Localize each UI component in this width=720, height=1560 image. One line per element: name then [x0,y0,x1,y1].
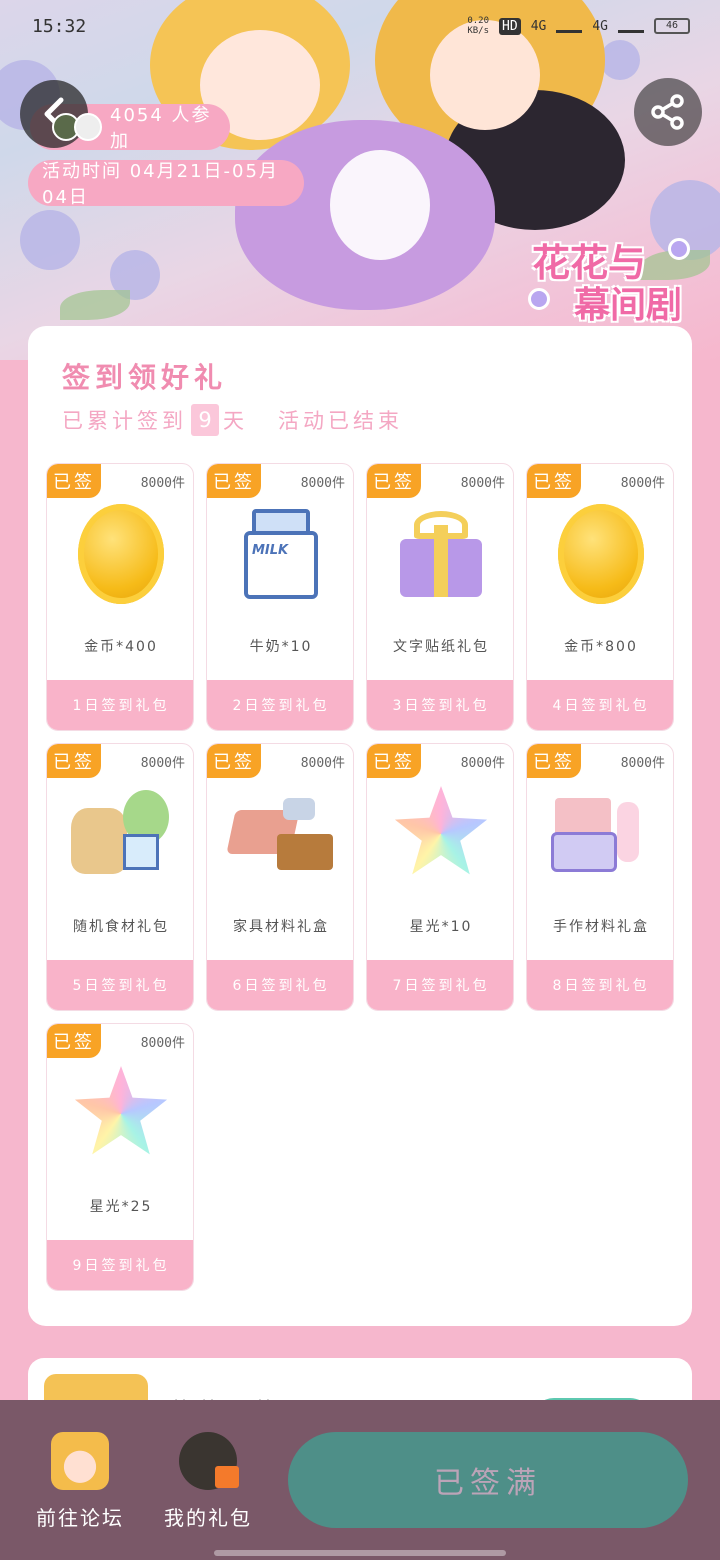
milk-icon: MILK [244,509,318,599]
gift-name: 家具材料礼盒 [233,919,329,935]
gift-day-label: 9日签到礼包 [47,1240,193,1290]
gift-item[interactable]: 已签 8000件 金币*400 1日签到礼包 [46,463,194,731]
gift-item[interactable]: 已签 8000件 星光*25 9日签到礼包 [46,1023,194,1291]
signed-badge: 已签 [527,744,581,778]
flower-icon [668,238,690,260]
battery-icon: 46 [654,18,690,34]
gift-stock: 8000件 [620,756,665,771]
flower-icon [528,288,550,310]
signal-icon [618,19,644,33]
gift-stock: 8000件 [460,756,505,771]
signed-badge: 已签 [367,744,421,778]
event-time-pill: 活动时间 04月21日-05月04日 [28,160,304,208]
gift-stock: 8000件 [140,476,185,491]
home-indicator[interactable] [214,1550,506,1556]
gift-day-label: 7日签到礼包 [367,960,513,1010]
net-speed: 0.20 KB/s [467,16,490,36]
gift-name: 金币*800 [564,639,638,655]
network-type-1: 4G [530,18,547,34]
gift-day-label: 2日签到礼包 [207,680,353,730]
character-illustration [330,150,430,260]
signed-badge: 已签 [47,1024,101,1058]
gift-name: 牛奶*10 [249,639,313,655]
signed-badge: 已签 [207,464,261,498]
network-type-2: 4G [592,18,608,34]
gift-name: 随机食材礼包 [73,919,169,935]
gift-stock: 8000件 [620,476,665,491]
share-button[interactable] [634,78,702,146]
event-logo: 花花与 幕间剧 [528,232,698,326]
avatar [74,113,102,141]
leaf-decoration [60,290,130,320]
days-count: 9 [191,404,219,436]
starlight-icon [74,1066,168,1155]
hd-indicator: HD [499,17,521,35]
signed-badge: 已签 [527,464,581,498]
gift-box-icon [396,511,486,597]
gift-name: 金币*400 [84,639,158,655]
gift-day-label: 8日签到礼包 [527,960,673,1010]
gift-stock: 8000件 [300,756,345,771]
gift-item[interactable]: 已签 8000件 文字贴纸礼包 3日签到礼包 [366,463,514,731]
participant-avatars [52,113,112,143]
gift-item[interactable]: 已签 8000件 家具材料礼盒 6日签到礼包 [206,743,354,1011]
signed-badge: 已签 [47,464,101,498]
craft-material-icon [551,792,651,876]
signed-badge: 已签 [207,744,261,778]
summary-prefix: 已累计签到 [62,409,187,433]
status-bar: 15:32 0.20 KB/s HD 4G 4G 46 [0,8,720,48]
card-title: 签到领好礼 [62,361,228,394]
checkin-card: 签到领好礼 已累计签到 9 天 活动已结束 已签 8000件 金币*400 1日… [28,326,692,1326]
starlight-icon [394,786,488,875]
gift-day-label: 4日签到礼包 [527,680,673,730]
coin-icon [558,504,644,604]
gift-day-label: 3日签到礼包 [367,680,513,730]
gift-bag-icon [179,1432,239,1490]
gift-stock: 8000件 [300,476,345,491]
gift-name: 星光*25 [89,1199,153,1215]
my-gifts-label: 我的礼包 [164,1506,252,1530]
gift-name: 文字贴纸礼包 [393,639,489,655]
gift-item[interactable]: 已签 8000件 随机食材礼包 5日签到礼包 [46,743,194,1011]
event-status: 活动已结束 [278,409,403,433]
gift-item[interactable]: 已签 8000件 MILK 牛奶*10 2日签到礼包 [206,463,354,731]
participants-count: 4054 人参加 [110,105,212,152]
gift-day-label: 5日签到礼包 [47,960,193,1010]
signal-icon [556,19,583,33]
gift-day-label: 6日签到礼包 [207,960,353,1010]
logo-line2: 幕间剧 [574,284,683,326]
forum-avatar-icon [51,1432,109,1490]
furniture-material-icon [226,794,333,874]
gift-name: 星光*10 [409,919,473,935]
gift-name: 手作材料礼盒 [553,919,649,935]
share-icon [651,94,684,130]
food-icon [71,790,171,878]
signed-badge: 已签 [47,744,101,778]
event-time-text: 活动时间 04月21日-05月04日 [42,161,279,208]
gift-grid: 已签 8000件 金币*400 1日签到礼包 已签 8000件 MILK 牛奶*… [46,463,676,1293]
gift-item[interactable]: 已签 8000件 金币*800 4日签到礼包 [526,463,674,731]
forum-label: 前往论坛 [36,1506,124,1530]
my-gifts-link[interactable]: 我的礼包 [148,1432,268,1531]
signed-badge: 已签 [367,464,421,498]
gift-item[interactable]: 已签 8000件 手作材料礼盒 8日签到礼包 [526,743,674,1011]
gift-stock: 8000件 [140,1036,185,1051]
signed-full-button[interactable]: 已签满 [288,1432,688,1528]
gift-item[interactable]: 已签 8000件 星光*10 7日签到礼包 [366,743,514,1011]
flower-decoration [20,210,80,270]
checkin-summary: 已累计签到 9 天 活动已结束 [62,404,403,436]
status-time: 15:32 [32,16,87,37]
bottom-bar: 前往论坛 我的礼包 已签满 [0,1400,720,1560]
forum-link[interactable]: 前往论坛 [20,1432,140,1531]
gift-stock: 8000件 [460,476,505,491]
gift-stock: 8000件 [140,756,185,771]
coin-icon [78,504,164,604]
summary-suffix: 天 [223,409,248,433]
gift-day-label: 1日签到礼包 [47,680,193,730]
